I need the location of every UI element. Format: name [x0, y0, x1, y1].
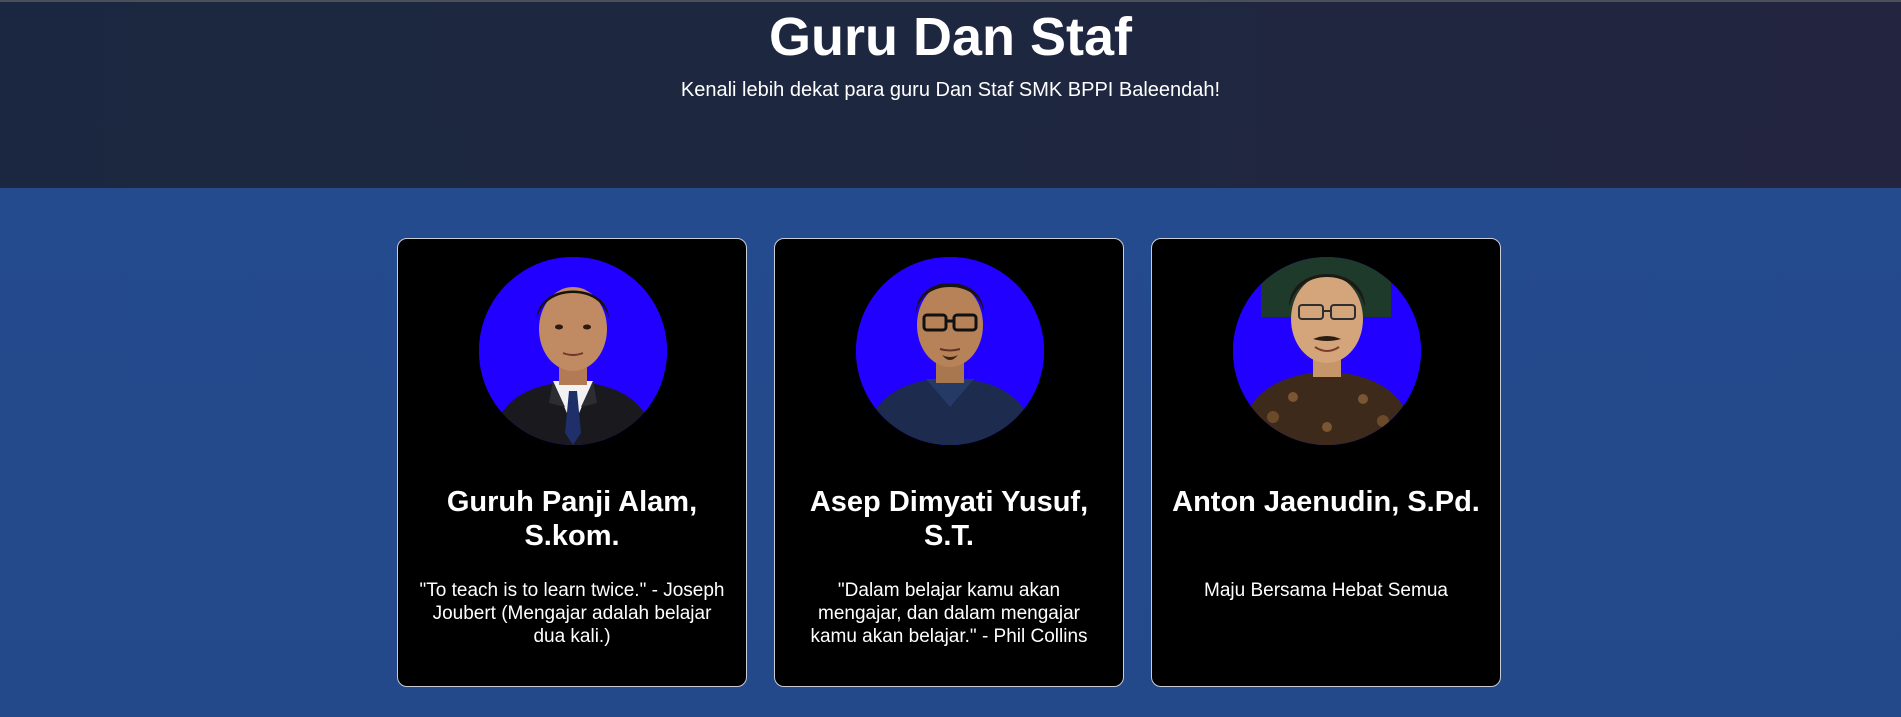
portrait-batik-icon — [1233, 257, 1421, 445]
page-subtitle: Kenali lebih dekat para guru Dan Staf SM… — [680, 79, 1221, 101]
staff-name-3: Anton Jaenudin, S.Pd. — [1172, 486, 1480, 518]
staff-quote-2: "Dalam belajar kamu akan mengajar, dan d… — [810, 580, 1088, 647]
portrait-glasses-icon — [856, 257, 1044, 445]
staff-name-2: Asep Dimyati Yusuf, S.T. — [809, 486, 1089, 552]
staff-name-1: Guruh Panji Alam, S.kom. — [446, 486, 698, 552]
staff-quote-1: "To teach is to learn twice." - Joseph J… — [419, 580, 725, 647]
staff-quote-3: Maju Bersama Hebat Semua — [1204, 580, 1448, 601]
staff-photo-3 — [1233, 257, 1421, 445]
staff-card-1: Guruh Panji Alam, S.kom. "To teach is to… — [397, 238, 747, 687]
staff-card-2: Asep Dimyati Yusuf, S.T. "Dalam belajar … — [774, 238, 1124, 687]
staff-card-3: Anton Jaenudin, S.Pd. Maju Bersama Hebat… — [1151, 238, 1501, 687]
staff-photo-1 — [479, 257, 667, 445]
page-header: Guru Dan Staf Kenali lebih dekat para gu… — [0, 0, 1901, 188]
page-title: Guru Dan Staf — [768, 7, 1133, 67]
staff-photo-2 — [856, 257, 1044, 445]
portrait-suit-icon — [479, 257, 667, 445]
